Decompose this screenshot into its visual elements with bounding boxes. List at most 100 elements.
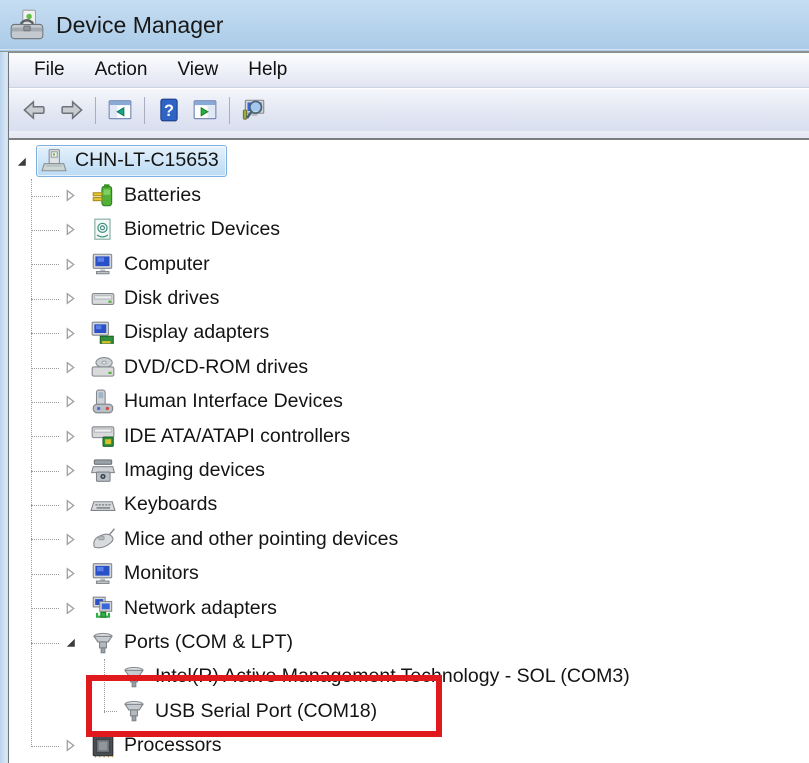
tree-connector-line	[31, 539, 59, 540]
tree-item-network-adapters[interactable]: Network adapters	[9, 591, 809, 625]
device-manager-icon	[8, 7, 46, 45]
disk-drive-icon	[90, 286, 116, 312]
tree-item-human-interface-devices[interactable]: Human Interface Devices	[9, 385, 809, 419]
tree-item-label: Processors	[124, 736, 222, 756]
expand-toggle-icon[interactable]	[63, 463, 78, 478]
toolbar-separator	[95, 97, 96, 124]
tree-item-ide-ata-atapi-controllers[interactable]: IDE ATA/ATAPI controllers	[9, 419, 809, 453]
expand-toggle-icon[interactable]	[63, 326, 78, 341]
tree-item-mice-and-other-pointing-devices[interactable]: Mice and other pointing devices	[9, 522, 809, 556]
tree-connector-line	[31, 264, 59, 265]
tree-item-content: Batteries	[85, 180, 209, 212]
expand-toggle-icon[interactable]	[63, 566, 78, 581]
collapse-toggle-icon[interactable]	[14, 154, 29, 169]
tree-item-label: Imaging devices	[124, 461, 265, 481]
menu-item-view[interactable]: View	[162, 56, 233, 84]
ide-controller-icon	[90, 423, 116, 449]
help-icon: ?	[156, 97, 182, 123]
tree-connector-line	[31, 196, 59, 197]
tree-item-content: Network adapters	[85, 592, 285, 624]
tree-item-label: Keyboards	[124, 495, 217, 515]
tree-item-label: Mice and other pointing devices	[124, 530, 398, 550]
tree-item-content: Monitors	[85, 558, 207, 590]
expand-toggle-icon[interactable]	[63, 601, 78, 616]
toolbar-button-forward[interactable]	[55, 94, 87, 126]
expand-toggle-icon[interactable]	[63, 360, 78, 375]
tree-item-content: Ports (COM & LPT)	[85, 627, 301, 659]
console-tree-icon	[107, 97, 133, 123]
tree-connector-line	[31, 505, 59, 506]
tree-item-content: Imaging devices	[85, 455, 273, 487]
expand-toggle-icon[interactable]	[63, 291, 78, 306]
toolbar: ?	[9, 89, 809, 131]
tree-item-label: Ports (COM & LPT)	[124, 633, 293, 653]
action-pane-icon	[192, 97, 218, 123]
tree-item-biometric-devices[interactable]: Biometric Devices	[9, 213, 809, 247]
tree-item-monitors[interactable]: Monitors	[9, 557, 809, 591]
tree-item-label: Display adapters	[124, 323, 269, 343]
menu-item-help[interactable]: Help	[233, 56, 302, 84]
scan-hardware-icon	[241, 97, 267, 123]
device-tree: CHN-LT-C15653 Batteries Biometric Device…	[9, 140, 809, 763]
tree-item-computer[interactable]: Computer	[9, 247, 809, 281]
toolbar-button-show-action-pane[interactable]	[189, 94, 221, 126]
tree-connector-line	[31, 608, 59, 609]
computer-workstation-icon	[41, 148, 67, 174]
expand-toggle-icon[interactable]	[63, 188, 78, 203]
tree-connector-line	[31, 230, 59, 231]
toolbar-button-show-console-tree[interactable]	[104, 94, 136, 126]
window-frame-left	[0, 52, 9, 763]
tree-item-chn-lt-c15653[interactable]: CHN-LT-C15653	[9, 144, 809, 178]
tree-item-dvd-cd-rom-drives[interactable]: DVD/CD-ROM drives	[9, 350, 809, 384]
serial-port-icon	[90, 630, 116, 656]
tree-item-keyboards[interactable]: Keyboards	[9, 488, 809, 522]
tree-item-content: Mice and other pointing devices	[85, 523, 406, 555]
toolbar-button-scan-for-hardware-changes[interactable]	[238, 94, 270, 126]
tree-item-label: DVD/CD-ROM drives	[124, 358, 308, 378]
expand-toggle-icon[interactable]	[63, 429, 78, 444]
tree-connector-line	[31, 436, 59, 437]
toolbar-button-help[interactable]: ?	[153, 94, 185, 126]
tree-item-disk-drives[interactable]: Disk drives	[9, 282, 809, 316]
tree-connector-line	[31, 574, 59, 575]
tree-item-ports-com-lpt[interactable]: Ports (COM & LPT)	[9, 625, 809, 659]
expand-toggle-icon[interactable]	[63, 257, 78, 272]
dvd-drive-icon	[90, 355, 116, 381]
display-adapter-icon	[90, 320, 116, 346]
expand-toggle-icon[interactable]	[63, 738, 78, 753]
toolbar-bottom-edge	[9, 131, 809, 140]
tree-item-label: IDE ATA/ATAPI controllers	[124, 427, 350, 447]
toolbar-button-back[interactable]	[19, 94, 51, 126]
tree-item-label: Monitors	[124, 564, 199, 584]
menu-item-action[interactable]: Action	[80, 56, 163, 84]
expand-toggle-icon[interactable]	[63, 222, 78, 237]
tree-item-label: Human Interface Devices	[124, 392, 343, 412]
tree-item-content: DVD/CD-ROM drives	[85, 352, 316, 384]
biometric-icon	[90, 217, 116, 243]
expand-toggle-icon[interactable]	[63, 498, 78, 513]
tree-item-label: Network adapters	[124, 599, 277, 619]
tree-item-imaging-devices[interactable]: Imaging devices	[9, 454, 809, 488]
toolbar-separator	[229, 97, 230, 124]
tree-item-display-adapters[interactable]: Display adapters	[9, 316, 809, 350]
tree-item-batteries[interactable]: Batteries	[9, 178, 809, 212]
menu-bar: FileActionViewHelp	[9, 52, 809, 88]
tree-item-content: Disk drives	[85, 283, 227, 315]
expand-toggle-icon[interactable]	[63, 394, 78, 409]
expand-toggle-icon[interactable]	[63, 532, 78, 547]
tree-item-content: Display adapters	[85, 317, 277, 349]
computer-icon	[90, 251, 116, 277]
menu-item-file[interactable]: File	[19, 56, 80, 84]
tree-item-content: Human Interface Devices	[85, 386, 351, 418]
network-adapter-icon	[90, 595, 116, 621]
svg-text:?: ?	[164, 102, 174, 120]
battery-icon	[90, 183, 116, 209]
titlebar[interactable]: Device Manager	[0, 0, 809, 52]
tree-item-content: IDE ATA/ATAPI controllers	[85, 420, 358, 452]
tree-item-content: CHN-LT-C15653	[36, 145, 227, 177]
collapse-toggle-icon[interactable]	[63, 635, 78, 650]
tree-connector-line	[31, 299, 59, 300]
back-arrow-icon	[22, 97, 48, 123]
tree-item-content: Computer	[85, 248, 218, 280]
device-manager-window: Device Manager FileActionViewHelp ? CHN-…	[0, 0, 809, 763]
